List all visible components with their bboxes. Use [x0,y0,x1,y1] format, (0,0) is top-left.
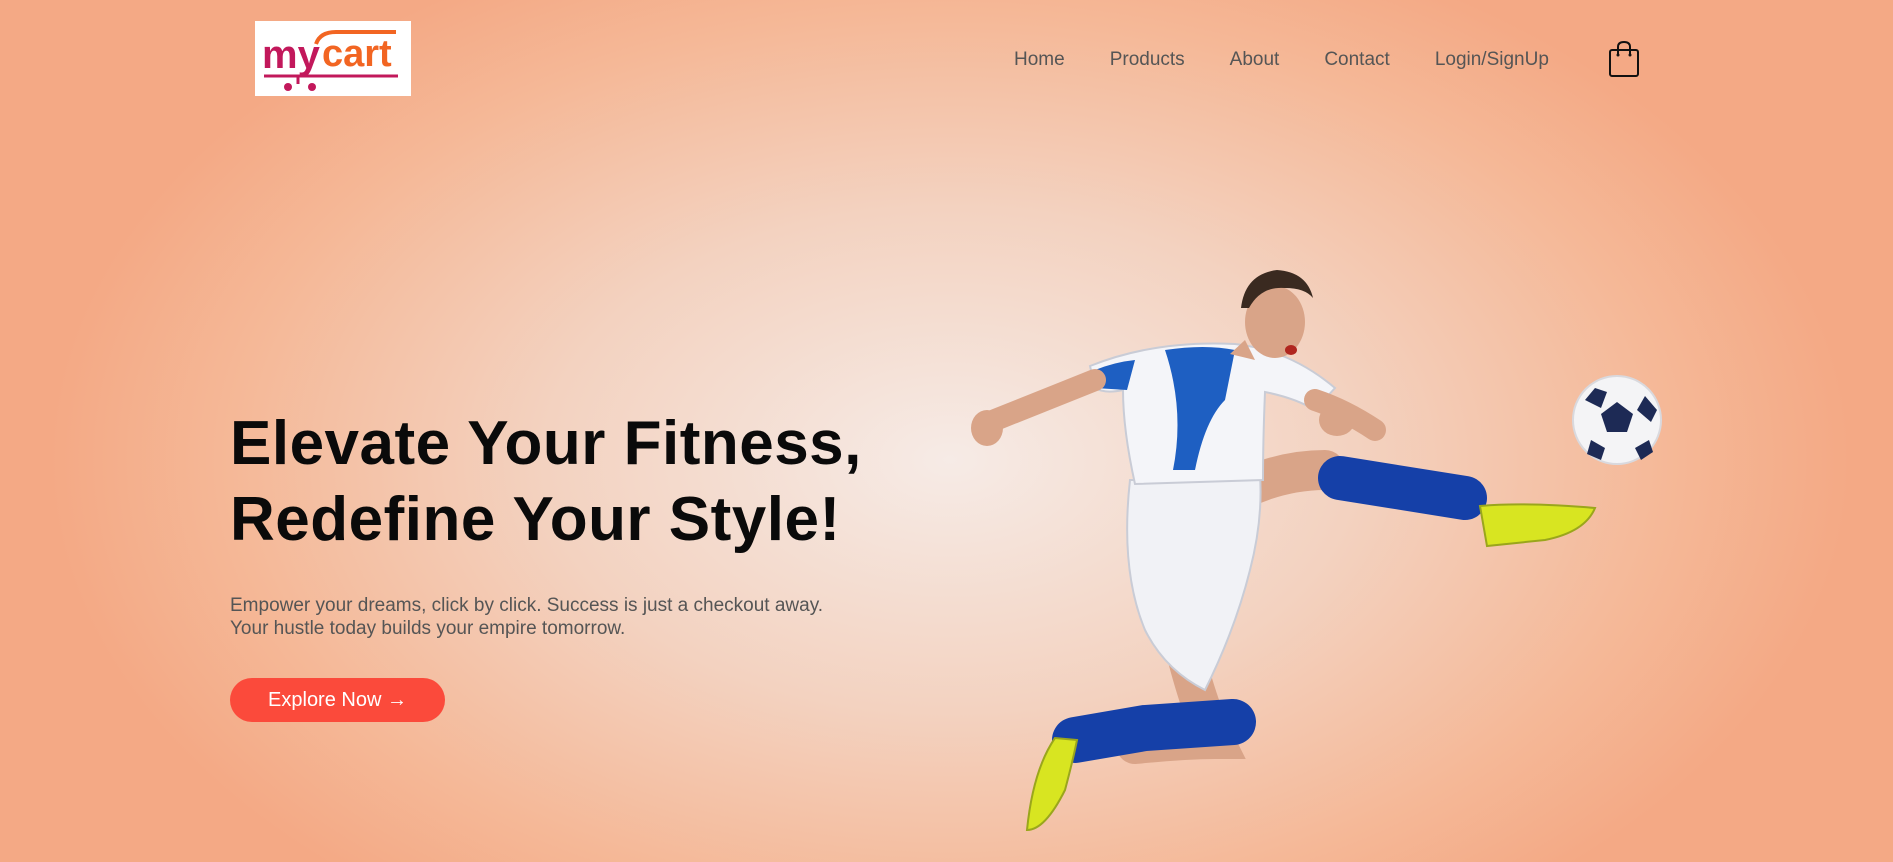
hero-subtext-line2: Your hustle today builds your empire tom… [230,618,626,639]
nav-login-signup[interactable]: Login/SignUp [1435,49,1549,71]
nav-contact[interactable]: Contact [1324,49,1389,71]
hero-subtext: Empower your dreams, click by click. Suc… [230,594,930,640]
hero-subtext-line1: Empower your dreams, click by click. Suc… [230,595,824,616]
nav-about[interactable]: About [1230,49,1280,71]
explore-now-button[interactable]: Explore Now → [230,678,445,722]
hero-headline: Elevate Your Fitness, Redefine Your Styl… [230,406,930,558]
logo-text-cart: cart [322,33,392,75]
brand-logo[interactable]: my cart [255,21,411,96]
main-nav: Home Products About Contact Login/SignUp [1014,49,1549,71]
shopping-bag-icon[interactable] [1608,40,1640,78]
hero-section: Elevate Your Fitness, Redefine Your Styl… [230,406,930,722]
nav-products[interactable]: Products [1110,49,1185,71]
hero-image-footballer [945,270,1665,840]
nav-home[interactable]: Home [1014,49,1065,71]
logo-text-my: my [262,33,321,77]
hero-headline-line2: Redefine Your Style! [230,485,841,554]
soccer-ball-icon [1572,375,1662,465]
hero-headline-line1: Elevate Your Fitness, [230,409,862,478]
